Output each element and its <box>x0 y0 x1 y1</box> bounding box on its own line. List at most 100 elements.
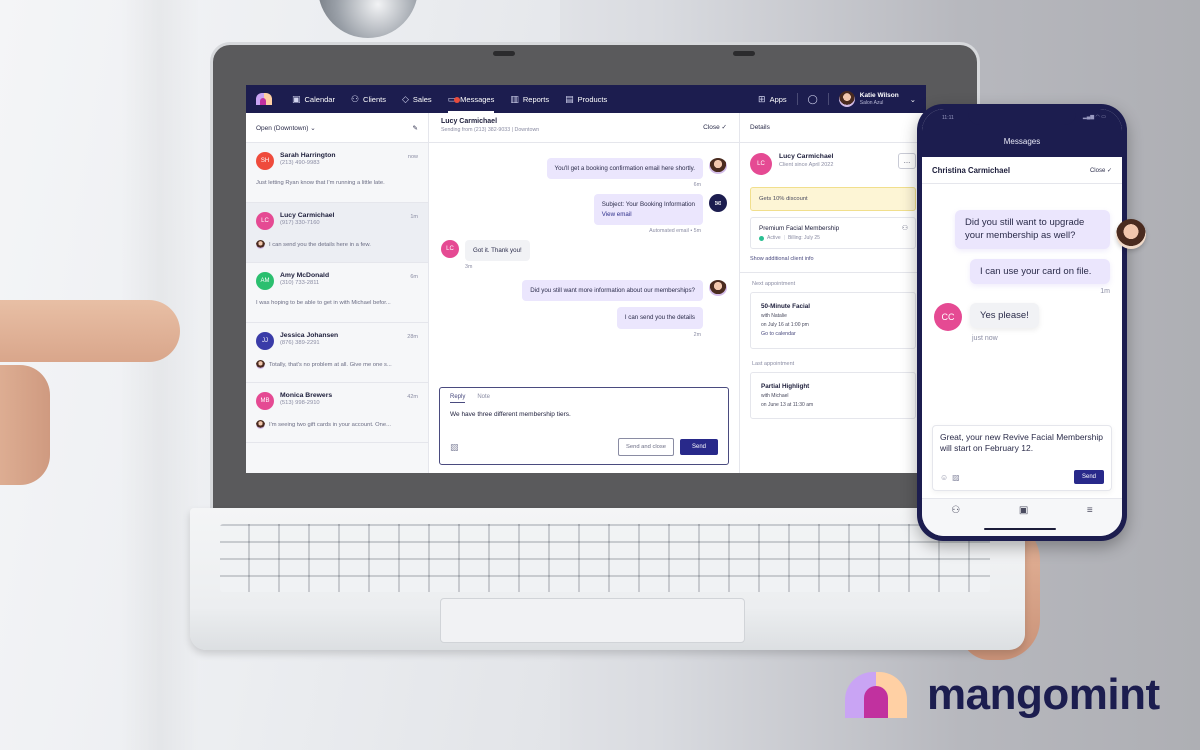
client-since: Client since April 2022 <box>779 162 834 168</box>
membership-billing: Billing: July 25 <box>787 235 820 241</box>
conversation-item[interactable]: LC Lucy Carmichael (917) 330-7160 1m I can s… <box>246 203 428 263</box>
reply-input[interactable]: We have three different membership tiers… <box>450 411 718 418</box>
contact-name: Amy McDonald <box>280 272 330 279</box>
reply-tabs: Reply Note <box>450 394 718 403</box>
contact-phone: (917) 330-7160 <box>280 220 320 226</box>
conversation-item[interactable]: JJ Jessica Johansen (876) 389-2291 28m Total… <box>246 323 428 383</box>
close-conversation-button[interactable]: Close ✓ <box>703 123 727 131</box>
app-screen: ▣ Calendar ⚇ Clients ◇ Sales ▭ Messages ▥ Reports… <box>246 85 926 473</box>
sales-tag-icon: ◇ <box>401 93 409 104</box>
tab-reply[interactable]: Reply <box>450 394 466 403</box>
view-email-link[interactable]: View email <box>602 210 695 219</box>
last-appointment-label: Last appointment <box>752 360 795 367</box>
user-avatar <box>838 91 855 107</box>
appointment-staff: with Natalie <box>761 313 787 320</box>
contact-info: Monica Brewers (513) 998-2910 <box>280 392 332 406</box>
conversations: SH Sarah Harrington (213) 490-9983 now Just … <box>246 143 428 443</box>
message-thread: You'll get a booking confirmation email … <box>429 143 739 338</box>
chevron-down-icon: ⌄ <box>909 94 916 104</box>
nav-calendar[interactable]: ▣ Calendar <box>292 85 335 113</box>
laptop-hinge <box>493 51 515 56</box>
filter-dropdown[interactable]: Open (Downtown) ⌄ <box>256 124 316 132</box>
reports-icon: ▥ <box>510 93 519 104</box>
contact-phone: (876) 389-2291 <box>280 340 320 346</box>
chat-icon[interactable]: … <box>898 153 916 169</box>
send-and-close-button[interactable]: Send and close <box>618 438 674 456</box>
go-to-calendar-link[interactable]: Go to calendar <box>761 330 905 340</box>
nav-clients[interactable]: ⚇ Clients <box>351 85 386 113</box>
appointment-time: on July 16 at 1:00 pm <box>761 322 809 329</box>
brand-wordmark: mangomint <box>927 670 1160 719</box>
message-text: Did you still want more information abou… <box>530 287 695 295</box>
email-subject: Subject: Your Booking Information <box>601 201 695 209</box>
preview-text: I'm seeing two gift cards in your accoun… <box>269 421 391 428</box>
user-menu[interactable]: Katie Wilson Salon Azul ⌄ <box>838 91 916 107</box>
contact-avatar: SH <box>256 152 274 170</box>
client-name[interactable]: Lucy Carmichael <box>779 153 833 160</box>
message: I can send you the details <box>429 307 739 329</box>
conversation-preview: Just letting Ryan know that I'm running … <box>256 180 418 186</box>
appointment-time: on June 13 at 11:30 am <box>761 402 814 409</box>
contact-phone: (310) 733-2811 <box>280 280 320 286</box>
nav-divider <box>827 93 829 105</box>
show-client-info-link[interactable]: Show additional client info <box>740 249 926 273</box>
send-button[interactable]: Send <box>679 439 718 455</box>
message-bubble: Did you still want more information abou… <box>522 280 703 302</box>
phone-compose-bar: ☺ ▨ Send <box>940 470 1104 484</box>
conversation-preview: Totally, that's no problem at all. Give … <box>256 360 418 369</box>
phone-send-button[interactable]: Send <box>1073 470 1104 484</box>
message-text: You'll get a booking confirmation email … <box>554 165 695 172</box>
app-logo[interactable] <box>256 93 272 105</box>
phone-notch <box>968 109 1076 125</box>
conversation-item[interactable]: MB Monica Brewers (513) 998-2910 42m I'm see… <box>246 383 428 443</box>
message-timestamp: Automated email • 5m <box>649 227 701 234</box>
user-name: Katie Wilson <box>859 92 899 100</box>
phone-compose-input[interactable]: Great, your new Revive Facial Membership… <box>940 432 1104 455</box>
conversation-item[interactable]: SH Sarah Harrington (213) 490-9983 now Just … <box>246 143 428 203</box>
compose-icon[interactable]: ✎ <box>413 124 418 132</box>
menu-icon[interactable]: ≡ <box>1087 505 1093 536</box>
tab-note[interactable]: Note <box>477 394 490 403</box>
attach-image-icon[interactable]: ▨ <box>952 473 960 482</box>
membership-icon: ⚇ <box>901 225 908 232</box>
apps-grid-icon: ⊞ <box>758 93 766 104</box>
conversation-item[interactable]: AM Amy McDonald (310) 733-2811 6m I was hopi… <box>246 263 428 323</box>
emoji-icon[interactable]: ☺ <box>940 473 948 482</box>
chat-contact-name: Lucy Carmichael <box>441 118 498 125</box>
appointment-title: Partial Highlight <box>761 382 810 390</box>
details-panel: Details LC Lucy Carmichael Client since … <box>740 113 926 473</box>
nav-label: Calendar <box>304 94 335 104</box>
nav-sales[interactable]: ◇ Sales <box>402 85 432 113</box>
nav-divider <box>796 93 798 105</box>
hand-image <box>0 365 50 485</box>
apps-button[interactable]: ⊞ Apps <box>758 85 787 113</box>
message-text: Got it. Thank you! <box>473 246 522 254</box>
clients-icon[interactable]: ⚇ <box>951 505 960 536</box>
user-location: Salon Azul <box>859 99 884 106</box>
attach-image-icon[interactable]: ▨ <box>450 442 459 453</box>
list-header: Open (Downtown) ⌄ ✎ <box>246 113 428 143</box>
message-timestamp: 3m <box>465 264 473 271</box>
nav-messages[interactable]: ▭ Messages <box>447 85 494 113</box>
contact-info: Amy McDonald (310) 733-2811 <box>280 272 329 286</box>
phone-message: CC Yes please! <box>934 302 1110 331</box>
email-icon: ✉ <box>709 194 727 213</box>
phone-close-button[interactable]: Close ✓ <box>1090 167 1112 174</box>
calendar-icon[interactable]: ▣ <box>1019 505 1028 536</box>
laptop-hinge <box>733 51 755 56</box>
next-appointment-card: 50-Minute Facial with Natalie on July 16… <box>750 292 916 349</box>
calendar-icon: ▣ <box>292 93 301 104</box>
nav-products[interactable]: ▤ Products <box>565 85 607 113</box>
brand-logo: mangomint <box>845 672 1160 718</box>
reply-actions: ▨ Send and close Send <box>450 438 718 456</box>
chat-bubble-icon[interactable]: ◯ <box>808 94 818 105</box>
membership-status-label: Active <box>767 235 781 241</box>
message-bubble: You'll get a booking confirmation email … <box>546 158 703 180</box>
message: Did you still want more information abou… <box>429 280 739 302</box>
membership-card[interactable]: Premium Facial Membership Active | Billi… <box>750 217 916 249</box>
membership-status: Active | Billing: July 25 <box>759 235 907 241</box>
nav-reports[interactable]: ▥ Reports <box>510 85 549 113</box>
conversation-header: MB Monica Brewers (513) 998-2910 <box>256 392 418 410</box>
phone-message-bubble: Yes please! <box>970 302 1039 329</box>
contact-phone: (213) 490-9983 <box>280 160 320 166</box>
